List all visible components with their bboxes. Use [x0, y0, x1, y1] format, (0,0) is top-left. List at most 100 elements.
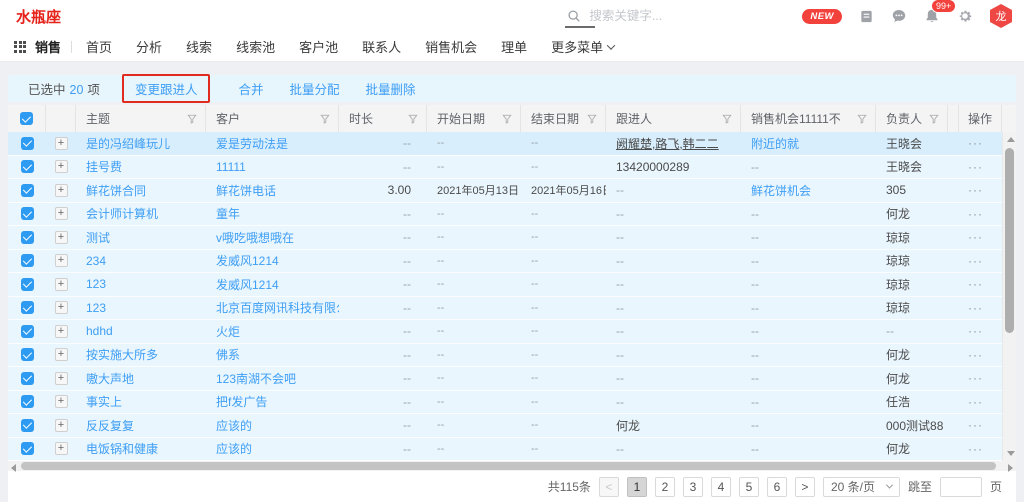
row-checkbox[interactable] [21, 278, 34, 291]
row-more-actions-button[interactable]: ··· [968, 160, 983, 174]
row-checkbox[interactable] [21, 184, 34, 197]
header-col-start-date: 开始日期 [427, 105, 521, 132]
nav-tab-4[interactable]: 客户池 [299, 37, 338, 56]
bulk-action-1[interactable]: 合并 [238, 79, 263, 98]
filter-icon[interactable] [929, 114, 939, 124]
row-checkbox[interactable] [21, 325, 34, 338]
scroll-up-arrow-icon[interactable] [1007, 137, 1015, 142]
table-row: +测试v哦吃哦想哦在----------琼琼··· [8, 226, 1002, 250]
expand-row-button[interactable]: + [55, 348, 68, 361]
scroll-right-arrow-icon[interactable] [1008, 464, 1013, 472]
row-checkbox[interactable] [21, 254, 34, 267]
row-select-cell [8, 367, 46, 390]
row-checkbox[interactable] [21, 137, 34, 150]
page-button-4[interactable]: 4 [711, 477, 731, 497]
row-checkbox[interactable] [21, 395, 34, 408]
nav-tab-2[interactable]: 线索 [186, 37, 212, 56]
row-more-actions-button[interactable]: ··· [968, 136, 983, 150]
end-date-cell: -- [521, 391, 606, 414]
expand-row-button[interactable]: + [55, 372, 68, 385]
expand-row-button[interactable]: + [55, 395, 68, 408]
horizontal-scrollbar[interactable] [8, 461, 1016, 471]
page-button-6[interactable]: 6 [767, 477, 787, 497]
nav-tab-1[interactable]: 分析 [136, 37, 162, 56]
row-more-actions-button[interactable]: ··· [968, 254, 983, 268]
row-more-actions-button[interactable]: ··· [968, 371, 983, 385]
filter-icon[interactable] [722, 114, 732, 124]
search-input[interactable] [589, 9, 749, 23]
notes-icon[interactable] [859, 9, 874, 24]
apps-grid-icon[interactable] [14, 41, 26, 53]
select-all-checkbox[interactable] [20, 112, 33, 125]
table-row: +会计师计算机童年----------何龙··· [8, 203, 1002, 227]
scroll-left-arrow-icon[interactable] [11, 464, 16, 472]
expand-row-button[interactable]: + [55, 137, 68, 150]
row-checkbox[interactable] [21, 372, 34, 385]
row-checkbox[interactable] [21, 442, 34, 455]
nav-tab-5[interactable]: 联系人 [362, 37, 401, 56]
scroll-down-arrow-icon[interactable] [1007, 451, 1015, 456]
nav-tab-0[interactable]: 首页 [86, 37, 112, 56]
row-more-actions-button[interactable]: ··· [968, 183, 983, 197]
expand-row-button[interactable]: + [55, 278, 68, 291]
row-more-actions-button[interactable]: ··· [968, 395, 983, 409]
filter-icon[interactable] [408, 114, 418, 124]
row-more-actions-button[interactable]: ··· [968, 324, 983, 338]
prev-page-button[interactable]: < [599, 477, 619, 497]
nav-tab-6[interactable]: 销售机会 [425, 37, 477, 56]
jump-page-input[interactable] [940, 477, 982, 497]
page-button-2[interactable]: 2 [655, 477, 675, 497]
bulk-action-3[interactable]: 批量删除 [365, 79, 415, 98]
row-more-actions-button[interactable]: ··· [968, 301, 983, 315]
row-checkbox[interactable] [21, 301, 34, 314]
settings-gear-icon[interactable] [957, 8, 973, 24]
avatar[interactable]: 龙 [990, 4, 1012, 28]
chat-icon[interactable] [891, 8, 907, 24]
page-button-5[interactable]: 5 [739, 477, 759, 497]
bulk-action-0[interactable]: 变更跟进人 [122, 74, 211, 103]
vertical-scrollbar[interactable] [1002, 132, 1016, 461]
module-label[interactable]: 销售 [35, 37, 61, 56]
row-checkbox[interactable] [21, 207, 34, 220]
filter-icon[interactable] [587, 114, 597, 124]
row-more-actions-button[interactable]: ··· [968, 230, 983, 244]
vertical-scroll-thumb[interactable] [1005, 148, 1014, 333]
page-button-3[interactable]: 3 [683, 477, 703, 497]
row-checkbox[interactable] [21, 348, 34, 361]
row-checkbox[interactable] [21, 231, 34, 244]
expand-row-button[interactable]: + [55, 254, 68, 267]
page-size-select[interactable]: 20 条/页 [823, 477, 900, 497]
expand-row-button[interactable]: + [55, 207, 68, 220]
expand-row-button[interactable]: + [55, 231, 68, 244]
expand-row-button[interactable]: + [55, 325, 68, 338]
horizontal-scroll-thumb[interactable] [21, 462, 996, 470]
expand-row-button[interactable]: + [55, 442, 68, 455]
duration-cell: -- [339, 273, 427, 296]
nav-more-menu[interactable]: 更多菜单 [551, 37, 614, 56]
filter-icon[interactable] [187, 114, 197, 124]
nav-tab-3[interactable]: 线索池 [236, 37, 275, 56]
expand-row-button[interactable]: + [55, 160, 68, 173]
row-more-actions-button[interactable]: ··· [968, 277, 983, 291]
next-page-button[interactable]: > [795, 477, 815, 497]
sliver-cell [948, 367, 958, 390]
expand-row-button[interactable]: + [55, 184, 68, 197]
row-more-actions-button[interactable]: ··· [968, 207, 983, 221]
bulk-actions: 变更跟进人 合并 批量分配 批量删除 [120, 74, 416, 103]
row-checkbox[interactable] [21, 160, 34, 173]
row-more-actions-button[interactable]: ··· [968, 418, 983, 432]
start-date-cell: -- [427, 414, 521, 437]
notifications-bell-icon[interactable]: 99+ [924, 8, 940, 24]
expand-row-button[interactable]: + [55, 301, 68, 314]
nav-tab-7[interactable]: 理单 [501, 37, 527, 56]
filter-icon[interactable] [857, 114, 867, 124]
expand-row-button[interactable]: + [55, 419, 68, 432]
filter-icon[interactable] [502, 114, 512, 124]
row-checkbox[interactable] [21, 419, 34, 432]
page-button-1[interactable]: 1 [627, 477, 647, 497]
row-more-actions-button[interactable]: ··· [968, 442, 983, 456]
filter-icon[interactable] [320, 114, 330, 124]
global-search[interactable] [567, 9, 802, 23]
bulk-action-2[interactable]: 批量分配 [289, 79, 339, 98]
row-more-actions-button[interactable]: ··· [968, 348, 983, 362]
